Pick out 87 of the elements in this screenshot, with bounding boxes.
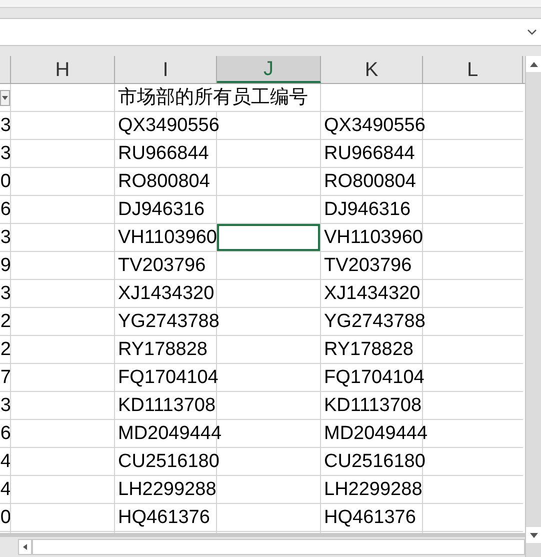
- scroll-up-button[interactable]: [526, 56, 541, 72]
- table-cell[interactable]: [11, 364, 115, 392]
- table-cell[interactable]: RO800804: [321, 168, 423, 196]
- table-cell[interactable]: 市场部的所有员工编号: [115, 84, 321, 112]
- table-cell[interactable]: [11, 168, 115, 196]
- table-cell[interactable]: [11, 140, 115, 168]
- table-cell[interactable]: [11, 112, 115, 140]
- table-cell[interactable]: [11, 196, 115, 224]
- cell-text: 3: [0, 114, 10, 138]
- cell-text: HQ461376: [118, 506, 210, 530]
- scroll-down-button[interactable]: [526, 527, 541, 543]
- table-cell[interactable]: HQ461376: [115, 504, 217, 532]
- table-cell[interactable]: [11, 448, 115, 476]
- table-cell[interactable]: [11, 280, 115, 308]
- table-cell[interactable]: RU966844: [321, 140, 423, 168]
- table-cell[interactable]: [11, 420, 115, 448]
- cell-text: MD2049444: [324, 422, 428, 446]
- column-header[interactable]: H: [11, 56, 115, 83]
- table-cell[interactable]: [11, 224, 115, 252]
- table-cell[interactable]: TV203796: [115, 252, 217, 280]
- cell-text: DJ946316: [118, 198, 205, 222]
- table-cell[interactable]: [217, 280, 321, 308]
- cell-text: TV203796: [324, 254, 412, 278]
- table-cell[interactable]: [321, 84, 423, 112]
- header-cell-text: 市场部的所有员工编号: [118, 86, 308, 110]
- cell-text: 3: [0, 394, 10, 418]
- table-cell[interactable]: [11, 392, 115, 420]
- cell-text: 2: [0, 338, 10, 362]
- caret-left-icon: [23, 544, 27, 550]
- caret-up-icon: [530, 62, 538, 66]
- cell-text: 9: [0, 254, 10, 278]
- table-cell[interactable]: DJ946316: [115, 196, 217, 224]
- table-cell[interactable]: [217, 112, 321, 140]
- table-cell[interactable]: [217, 448, 321, 476]
- scroll-left-button[interactable]: [18, 539, 32, 555]
- horizontal-scrollbar[interactable]: [32, 539, 525, 555]
- cell-text: 3: [0, 142, 10, 166]
- table-cell[interactable]: [11, 84, 115, 112]
- table-cell[interactable]: [217, 168, 321, 196]
- table-cell[interactable]: [11, 252, 115, 280]
- cell-text: MD2049444: [118, 422, 222, 446]
- table-cell[interactable]: [217, 140, 321, 168]
- cell-text: RY178828: [118, 338, 208, 362]
- caret-down-icon: [2, 96, 8, 100]
- caret-down-icon: [530, 532, 538, 538]
- table-cell[interactable]: [217, 252, 321, 280]
- cell-text: 7: [0, 366, 10, 390]
- column-header[interactable]: L: [423, 56, 523, 83]
- cell-text: TV203796: [118, 254, 206, 278]
- cell-text: HQ461376: [324, 506, 416, 530]
- table-cell[interactable]: [217, 308, 321, 336]
- table-cell[interactable]: RO800804: [115, 168, 217, 196]
- cell-text: RU966844: [118, 142, 209, 166]
- cell-text: 2: [0, 310, 10, 334]
- filter-dropdown-button[interactable]: [0, 90, 10, 106]
- table-cell[interactable]: [217, 476, 321, 504]
- vertical-scrollbar[interactable]: [525, 56, 541, 557]
- column-header[interactable]: J: [217, 56, 321, 83]
- cell-text: RO800804: [324, 170, 416, 194]
- table-cell[interactable]: HQ461376: [321, 504, 423, 532]
- cell-text: 3: [0, 282, 10, 306]
- cell-text: 3: [0, 226, 10, 250]
- cell-text: 0: [0, 506, 10, 530]
- table-cell[interactable]: [217, 504, 321, 532]
- table-cell[interactable]: [217, 336, 321, 364]
- table-cell[interactable]: [217, 196, 321, 224]
- table-cell[interactable]: RY178828: [115, 336, 217, 364]
- cell-text: 6: [0, 198, 10, 222]
- table-cell[interactable]: [11, 308, 115, 336]
- table-cell[interactable]: TV203796: [321, 252, 423, 280]
- table-cell[interactable]: RY178828: [321, 336, 423, 364]
- column-header[interactable]: K: [321, 56, 423, 83]
- table-cell[interactable]: DJ946316: [321, 196, 423, 224]
- table-cell[interactable]: [11, 336, 115, 364]
- cell-text: DJ946316: [324, 198, 411, 222]
- cell-text: RO800804: [118, 170, 210, 194]
- cell-text: 0: [0, 170, 10, 194]
- cell-text: 6: [0, 422, 10, 446]
- table-cell[interactable]: [217, 224, 321, 252]
- chevron-down-icon[interactable]: [527, 29, 537, 35]
- table-cell[interactable]: [11, 476, 115, 504]
- table-cell[interactable]: RU966844: [115, 140, 217, 168]
- table-cell[interactable]: [217, 392, 321, 420]
- table-cell[interactable]: [217, 364, 321, 392]
- cell-text: RY178828: [324, 338, 414, 362]
- cell-text: RU966844: [324, 142, 415, 166]
- table-cell[interactable]: [11, 504, 115, 532]
